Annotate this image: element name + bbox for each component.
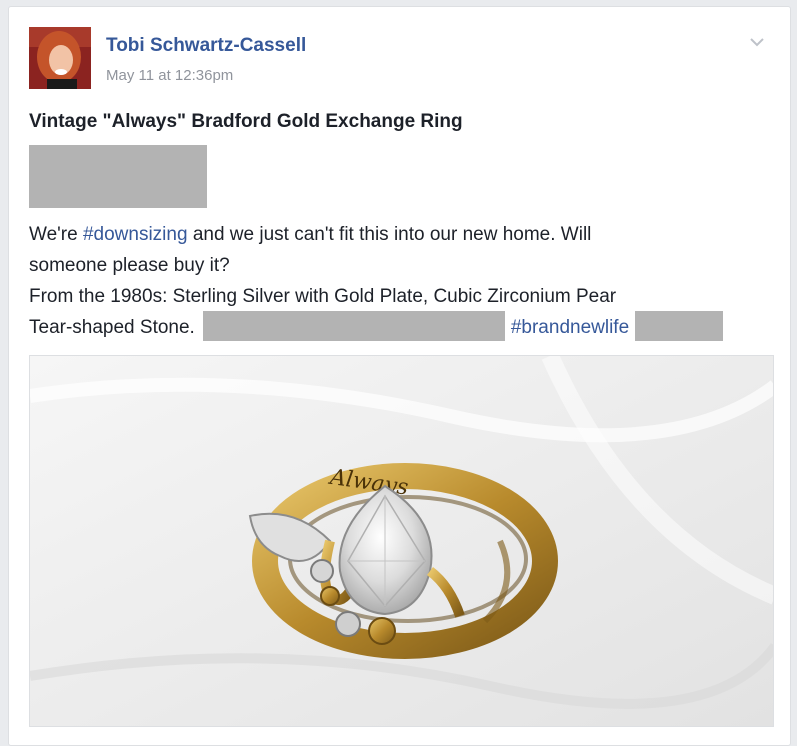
body-text: We're bbox=[29, 224, 83, 245]
post-timestamp[interactable]: May 11 at 12:36pm bbox=[106, 67, 233, 84]
body-text: Tear-shaped Stone. bbox=[29, 317, 195, 338]
ring-photo: Always bbox=[30, 356, 773, 726]
post-title: Vintage "Always" Bradford Gold Exchange … bbox=[29, 111, 463, 132]
post-photo[interactable]: Always bbox=[29, 355, 774, 727]
post-body: We're #downsizing and we just can't fit … bbox=[29, 219, 779, 343]
post-body-line-1: We're #downsizing and we just can't fit … bbox=[29, 219, 779, 250]
avatar[interactable] bbox=[29, 27, 91, 89]
hashtag-brandnewlife-link[interactable]: #brandnewlife bbox=[511, 317, 629, 338]
post-body-line-2: someone please buy it? bbox=[29, 255, 230, 276]
chevron-down-icon[interactable] bbox=[746, 31, 768, 53]
redacted-inline bbox=[635, 310, 724, 341]
post-body-line-3: From the 1980s: Sterling Silver with Gol… bbox=[29, 286, 617, 307]
avatar-photo bbox=[29, 27, 91, 89]
post-body-line-4: Tear-shaped Stone. #brandnewlife bbox=[29, 310, 779, 343]
redacted-inline bbox=[202, 310, 505, 341]
author-name[interactable]: Tobi Schwartz-Cassell bbox=[106, 35, 306, 57]
body-text: and we just can't fit this into our new … bbox=[187, 224, 592, 245]
post-header: Tobi Schwartz-Cassell May 11 at 12:36pm bbox=[29, 27, 770, 91]
hashtag-downsizing-link[interactable]: #downsizing bbox=[83, 224, 188, 245]
post-card: Tobi Schwartz-Cassell May 11 at 12:36pm … bbox=[8, 6, 791, 746]
redacted-block bbox=[29, 145, 207, 208]
